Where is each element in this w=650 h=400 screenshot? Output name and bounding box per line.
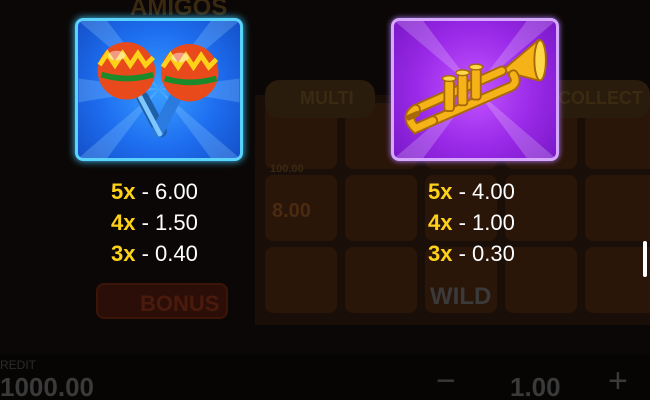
- multiplier: 3x: [111, 241, 136, 266]
- credit-label: REDIT: [0, 358, 36, 372]
- payout-value: 1.50: [155, 210, 198, 235]
- payout-value: 0.30: [472, 241, 515, 266]
- bonus-button[interactable]: BONUS: [96, 283, 228, 319]
- maracas-payouts: 5x - 6.00 4x - 1.50 3x - 0.40: [111, 176, 271, 269]
- trumpet-payouts: 5x - 4.00 4x - 1.00 3x - 0.30: [428, 176, 588, 269]
- separator: -: [452, 210, 473, 235]
- credit-value: 1000.00: [0, 372, 94, 400]
- payout-value: 0.40: [155, 241, 198, 266]
- payout-value: 6.00: [155, 179, 198, 204]
- separator: -: [135, 179, 156, 204]
- separator: -: [135, 210, 156, 235]
- separator: -: [452, 241, 473, 266]
- separator: -: [452, 179, 473, 204]
- multiplier: 5x: [428, 179, 453, 204]
- multiplier: 4x: [111, 210, 136, 235]
- multi-banner-label: MULTI: [300, 88, 354, 108]
- multiplier: 3x: [428, 241, 453, 266]
- multiplier: 5x: [111, 179, 136, 204]
- payout-value: 1.00: [472, 210, 515, 235]
- collect-banner-label: COLLECT: [558, 88, 643, 108]
- top-value-label: 100.00: [270, 163, 304, 175]
- bet-increase-button[interactable]: +: [608, 362, 628, 400]
- wild-label: WILD: [430, 283, 492, 310]
- maracas-symbol-card: [75, 18, 243, 161]
- trumpet-icon: [394, 21, 556, 158]
- payout-row: 5x - 6.00: [111, 176, 271, 207]
- payout-row: 5x - 4.00: [428, 176, 588, 207]
- payout-row: 4x - 1.00: [428, 207, 588, 238]
- cell-value-label: 8.00: [272, 200, 311, 222]
- scrollbar-thumb[interactable]: [643, 241, 647, 277]
- payout-value: 4.00: [472, 179, 515, 204]
- trumpet-symbol-card: [391, 18, 559, 161]
- payout-row: 3x - 0.30: [428, 238, 588, 269]
- maracas-icon: [78, 21, 240, 158]
- bonus-label: BONUS: [140, 291, 220, 316]
- bet-value: 1.00: [510, 372, 561, 400]
- payout-row: 4x - 1.50: [111, 207, 271, 238]
- separator: -: [135, 241, 156, 266]
- multiplier: 4x: [428, 210, 453, 235]
- payout-row: 3x - 0.40: [111, 238, 271, 269]
- bet-decrease-button[interactable]: −: [436, 362, 456, 400]
